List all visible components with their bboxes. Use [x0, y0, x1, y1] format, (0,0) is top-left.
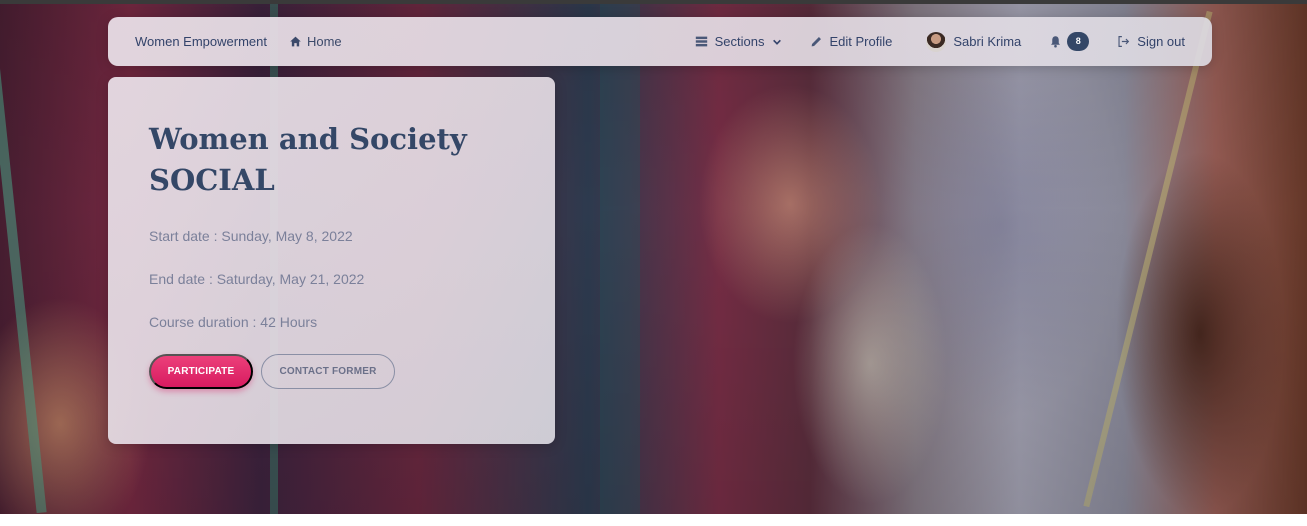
logout-icon [1118, 36, 1130, 47]
edit-profile-label: Edit Profile [829, 34, 893, 49]
chevron-down-icon [772, 39, 781, 45]
brand-link[interactable]: Women Empowerment [135, 34, 267, 49]
sections-dropdown[interactable]: Sections [695, 34, 782, 49]
avatar [926, 31, 947, 52]
home-icon [290, 36, 301, 47]
user-name: Sabri Krima [953, 34, 1022, 49]
course-title: Women and Society SOCIAL [149, 119, 514, 201]
pencil-icon [811, 37, 821, 47]
home-link[interactable]: Home [289, 34, 342, 49]
top-navbar: Women Empowerment Home Sections Edit Pro… [108, 17, 1212, 66]
notification-count-badge: 8 [1067, 32, 1090, 51]
home-label: Home [306, 34, 342, 49]
contact-former-button[interactable]: CONTACT FORMER [261, 354, 395, 389]
sections-label: Sections [714, 34, 765, 49]
notifications-button[interactable]: 8 [1049, 32, 1090, 51]
end-date: End date : Saturday, May 21, 2022 [149, 271, 365, 287]
bell-icon [1051, 36, 1061, 48]
start-date: Start date : Sunday, May 8, 2022 [149, 228, 353, 244]
course-info-card: Women and Society SOCIAL Start date : Su… [108, 77, 555, 444]
course-title-line1: Women and Society [149, 122, 467, 156]
participate-button[interactable]: PARTICIPATE [149, 354, 253, 389]
course-actions: PARTICIPATE CONTACT FORMER [149, 354, 514, 389]
course-title-line2: SOCIAL [149, 163, 275, 197]
view-list-icon [695, 36, 707, 47]
course-duration: Course duration : 42 Hours [149, 314, 318, 330]
sign-out-label: Sign out [1137, 34, 1185, 49]
sign-out-link[interactable]: Sign out [1117, 34, 1185, 49]
edit-profile-link[interactable]: Edit Profile [810, 34, 893, 49]
user-profile-link[interactable]: Sabri Krima [926, 31, 1022, 52]
